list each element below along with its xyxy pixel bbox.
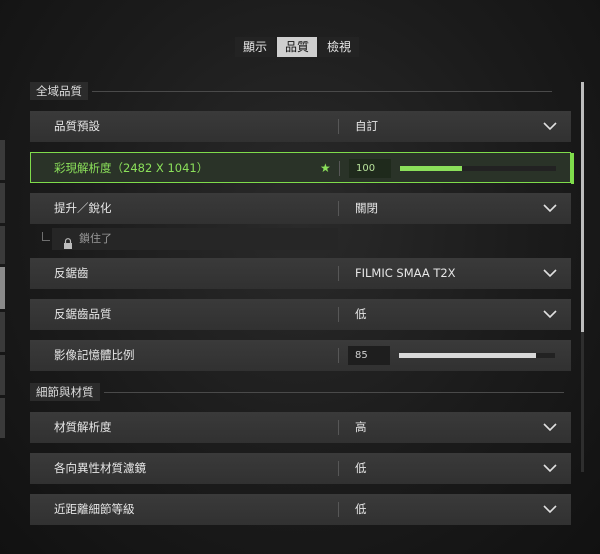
row-divider <box>339 161 340 176</box>
row-divider <box>338 266 339 281</box>
quality-preset-dropdown[interactable]: 品質預設 自訂 <box>30 111 571 142</box>
side-tab-3[interactable] <box>0 226 5 264</box>
star-icon: ★ <box>320 161 331 175</box>
chevron-down-icon <box>543 308 557 320</box>
row-label: 彩現解析度（2482 X 1041） <box>54 161 209 175</box>
row-label: 材質解析度 <box>54 420 112 434</box>
row-divider <box>338 119 339 134</box>
row-label: 近距離細節等級 <box>54 502 135 516</box>
row-label: 提升／銳化 <box>54 201 112 215</box>
section-title: 細節與材質 <box>30 383 100 401</box>
selection-accent <box>571 153 574 184</box>
row-value: 低 <box>355 461 367 475</box>
row-value: 低 <box>355 502 367 516</box>
texture-resolution-dropdown[interactable]: 材質解析度 高 <box>30 412 571 443</box>
locked-label: 鎖住了 <box>79 232 112 245</box>
tab-display[interactable]: 顯示 <box>235 37 276 57</box>
row-divider <box>338 348 339 363</box>
row-divider <box>338 461 339 476</box>
row-label: 影像記憶體比例 <box>54 348 135 362</box>
chevron-down-icon <box>543 421 557 433</box>
slider-fill <box>399 353 537 358</box>
row-divider <box>338 502 339 517</box>
section-divider <box>103 391 564 393</box>
row-label: 品質預設 <box>54 119 100 133</box>
row-value: 自訂 <box>355 119 378 133</box>
row-value: 低 <box>355 307 367 321</box>
memory-ratio-slider-row[interactable]: 影像記憶體比例 85 <box>30 340 571 371</box>
anti-aliasing-dropdown[interactable]: 反鋸齒 FILMIC SMAA T2X <box>30 258 571 289</box>
section-global-quality: 全域品質 <box>30 82 552 100</box>
chevron-down-icon <box>543 120 557 132</box>
chevron-down-icon <box>543 202 557 214</box>
row-divider <box>338 307 339 322</box>
side-tab-2[interactable] <box>0 183 5 223</box>
render-resolution-slider-row[interactable]: 彩現解析度（2482 X 1041） ★ 100 <box>30 152 574 184</box>
row-value: 高 <box>355 420 367 434</box>
tab-quality[interactable]: 品質 <box>277 37 318 57</box>
upscaling-dropdown[interactable]: 提升／銳化 關閉 <box>30 193 571 224</box>
scrollbar-thumb[interactable] <box>581 82 584 332</box>
side-tab-active[interactable] <box>0 267 5 309</box>
chevron-down-icon <box>543 267 557 279</box>
side-tab-1[interactable] <box>0 140 5 180</box>
resolution-slider[interactable] <box>400 166 556 171</box>
side-tab-5[interactable] <box>0 312 5 352</box>
row-value: FILMIC SMAA T2X <box>355 266 456 280</box>
near-lod-dropdown[interactable]: 近距離細節等級 低 <box>30 494 571 525</box>
aa-quality-dropdown[interactable]: 反鋸齒品質 低 <box>30 299 571 330</box>
memory-ratio-slider[interactable] <box>399 353 555 358</box>
row-divider <box>338 420 339 435</box>
row-label: 反鋸齒 <box>54 266 89 280</box>
side-tab-6[interactable] <box>0 355 5 395</box>
chevron-down-icon <box>543 462 557 474</box>
row-value: 關閉 <box>355 201 378 215</box>
lock-icon <box>63 234 73 249</box>
row-label: 各向異性材質濾鏡 <box>54 461 146 475</box>
locked-sub-row: 鎖住了 <box>30 226 340 252</box>
settings-tabs: 顯示 品質 檢視 <box>235 37 360 57</box>
section-divider <box>92 90 552 92</box>
tab-view[interactable]: 檢視 <box>319 37 360 57</box>
resolution-value-input[interactable]: 100 <box>349 159 391 178</box>
tree-branch <box>42 232 50 241</box>
anisotropic-filter-dropdown[interactable]: 各向異性材質濾鏡 低 <box>30 453 571 484</box>
row-divider <box>338 201 339 216</box>
side-tab-7[interactable] <box>0 398 5 438</box>
section-title: 全域品質 <box>30 82 88 100</box>
row-label: 反鋸齒品質 <box>54 307 112 321</box>
chevron-down-icon <box>543 503 557 515</box>
section-detail-texture: 細節與材質 <box>30 383 564 401</box>
memory-ratio-value-input[interactable]: 85 <box>348 346 390 365</box>
slider-fill <box>400 166 463 171</box>
